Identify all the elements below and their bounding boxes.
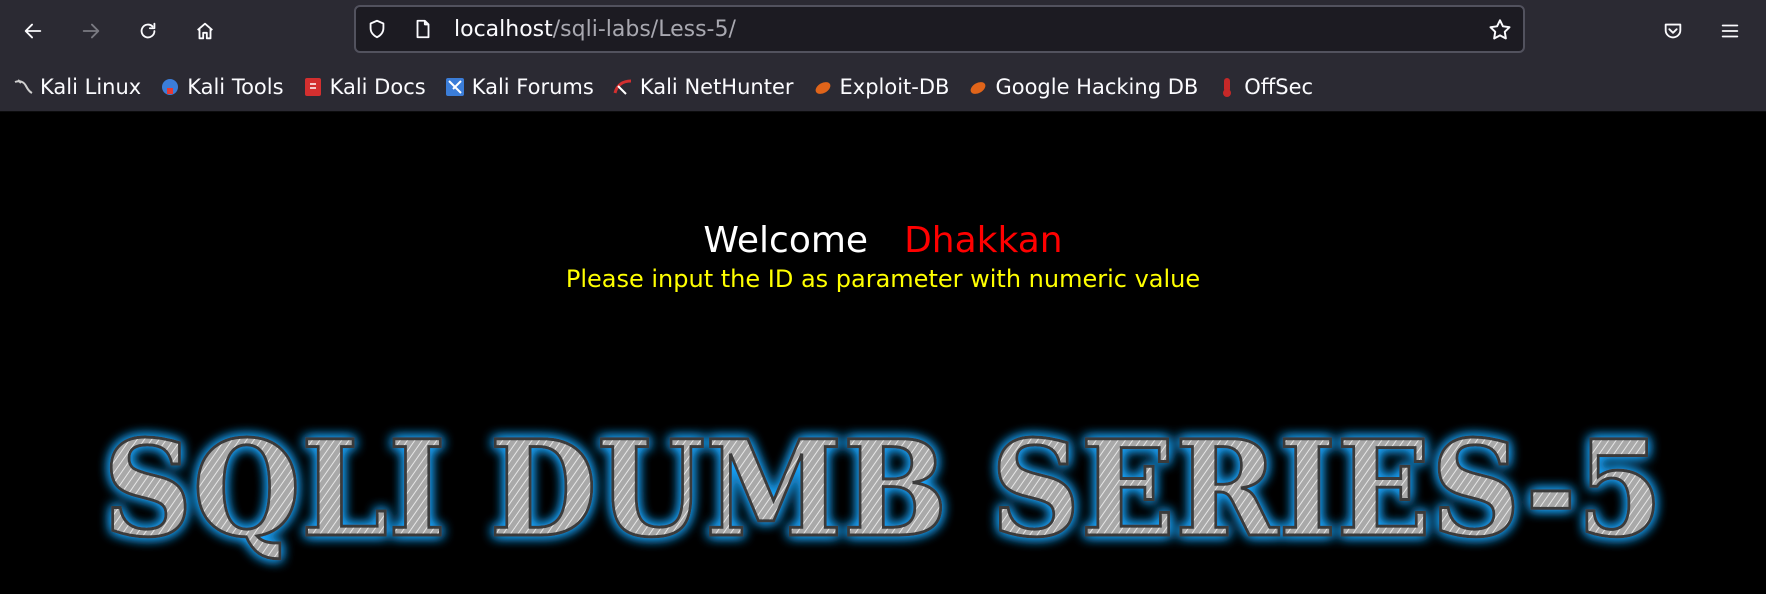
forward-arrow-icon [82,23,100,39]
exploit-db-icon [815,81,830,94]
back-button[interactable] [15,13,51,49]
bookmarks-toolbar: Kali Linux Kali Tools Kali Docs Kali For… [0,62,1766,112]
welcome-text: Welcome [703,220,869,261]
pocket-icon [1664,23,1682,39]
url-path: /sqli-labs/Less-5/ [552,17,736,42]
bookmark-star-icon[interactable] [1487,17,1513,43]
bookmark-offsec[interactable]: OffSec [1216,75,1313,99]
browser-toolbar: localhost/sqli-labs/Less-5/ [0,0,1766,62]
reload-button[interactable] [130,13,166,49]
reload-icon [140,22,156,39]
user-name: Dhakkan [904,220,1063,261]
hamburger-menu-icon [1721,24,1739,38]
bookmark-label: Kali NetHunter [639,74,794,99]
bookmark-kali-nethunter[interactable]: Kali NetHunter [612,75,794,99]
offsec-icon [1223,77,1232,97]
bookmark-label: Exploit-DB [839,74,950,99]
home-button[interactable] [187,13,223,49]
kali-forums-icon [445,77,464,96]
page-info-icon[interactable] [412,18,434,40]
bookmark-label: Kali Forums [471,74,594,99]
bookmark-label: Kali Docs [329,74,426,99]
bookmark-label: Kali Linux [40,74,142,99]
bookmark-google-hacking-db[interactable]: Google Hacking DB [967,75,1198,99]
kali-docs-icon [304,77,321,96]
instruction-text: Please input the ID as parameter with nu… [565,265,1201,293]
back-arrow-icon [24,23,42,39]
pocket-button[interactable] [1655,13,1691,49]
bookmark-exploit-db[interactable]: Exploit-DB [812,74,950,99]
tracking-protection-shield-icon[interactable] [366,18,388,40]
bookmark-label: Kali Tools [187,74,284,99]
bookmark-kali-forums[interactable]: Kali Forums [444,75,594,99]
page-content: Welcome Dhakkan Please input the ID as pa… [0,112,1766,594]
ghdb-icon [971,81,986,94]
menu-button[interactable] [1712,13,1748,49]
forward-button[interactable] [73,13,109,49]
bookmark-kali-linux[interactable]: Kali Linux [12,75,141,99]
kali-dragon-icon [14,78,33,94]
sqli-dumb-series-banner-logo: SQLI DUMB SERIES-5 [102,411,1665,569]
bookmark-kali-docs[interactable]: Kali Docs [302,75,426,99]
bookmark-label: OffSec [1244,74,1314,99]
welcome-line: Welcome Dhakkan [0,220,1766,262]
home-icon [197,22,213,40]
url-host: localhost [454,17,553,42]
bookmark-kali-tools[interactable]: Kali Tools [159,74,284,99]
kali-tools-icon [162,78,179,95]
address-bar[interactable]: localhost/sqli-labs/Less-5/ [354,5,1525,53]
bookmark-label: Google Hacking DB [995,74,1199,99]
kali-nethunter-icon [613,79,631,95]
banner-text: SQLI DUMB SERIES-5 [103,412,1663,567]
url-text[interactable]: localhost/sqli-labs/Less-5/ [454,17,736,43]
